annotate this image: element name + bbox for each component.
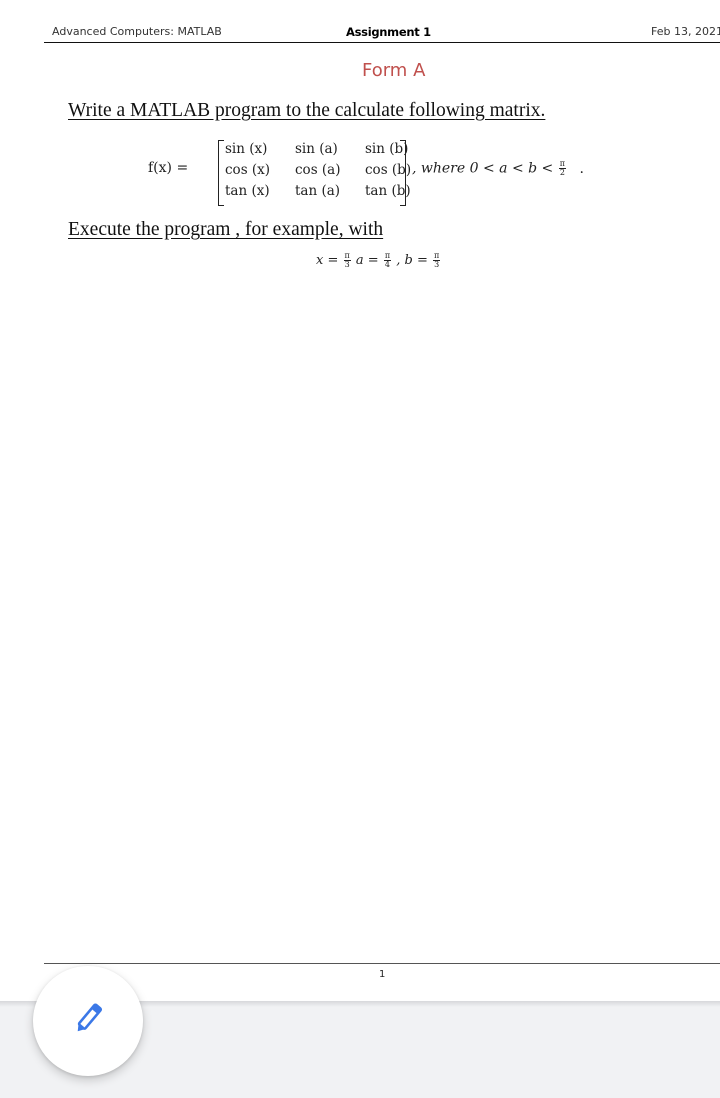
pencil-icon <box>71 1000 105 1043</box>
fraction: π 3 <box>343 252 351 269</box>
left-bracket <box>218 140 224 206</box>
form-title: Form A <box>362 60 426 81</box>
condition-period: . <box>579 160 584 177</box>
matrix-cell: cos (x) <box>225 162 271 178</box>
footer-divider <box>44 963 720 964</box>
matrix-cell: sin (a) <box>295 141 338 157</box>
matrix-cell: tan (x) <box>225 183 270 199</box>
b-label: , b = <box>396 253 428 268</box>
fraction-denominator: 4 <box>384 260 390 269</box>
matrix-cell: cos (a) <box>295 162 341 178</box>
condition-text: , where 0 < a < b < <box>412 160 554 177</box>
fraction-denominator: 3 <box>434 260 440 269</box>
fraction: π 3 <box>433 252 441 269</box>
a-label: a = <box>355 253 379 268</box>
matrix-cell: sin (x) <box>225 141 268 157</box>
fraction-denominator: 3 <box>344 260 350 269</box>
fraction: π 2 <box>558 160 566 177</box>
x-label: x = <box>316 253 339 268</box>
example-values: x = π 3 a = π 4 , b = π 3 <box>316 252 441 269</box>
header-course: Advanced Computers: MATLAB <box>52 25 222 38</box>
instruction-text: Write a MATLAB program to the calculate … <box>68 100 546 121</box>
document-page: Advanced Computers: MATLAB Assignment 1 … <box>0 0 720 1001</box>
matrix-cell: tan (b) <box>365 183 411 199</box>
header-date: Feb 13, 2021 <box>651 25 720 38</box>
instruction-text: Execute the program , for example, with <box>68 219 384 240</box>
matrix: sin (x) sin (a) sin (b) cos (x) cos (a) … <box>218 140 411 206</box>
page-number: 1 <box>379 969 386 980</box>
matrix-cell: tan (a) <box>295 183 341 199</box>
matrix-cell: sin (b) <box>365 141 409 157</box>
fraction-denominator: 2 <box>559 168 565 177</box>
equation-lhs: f(x) = <box>148 160 189 176</box>
matrix-cell: cos (b) <box>365 162 412 178</box>
header-title: Assignment 1 <box>346 25 431 39</box>
fraction: π 4 <box>383 252 392 269</box>
header-divider <box>44 42 720 43</box>
edit-button[interactable] <box>33 966 143 1076</box>
equation-condition: , where 0 < a < b < π 2 . <box>412 160 584 177</box>
